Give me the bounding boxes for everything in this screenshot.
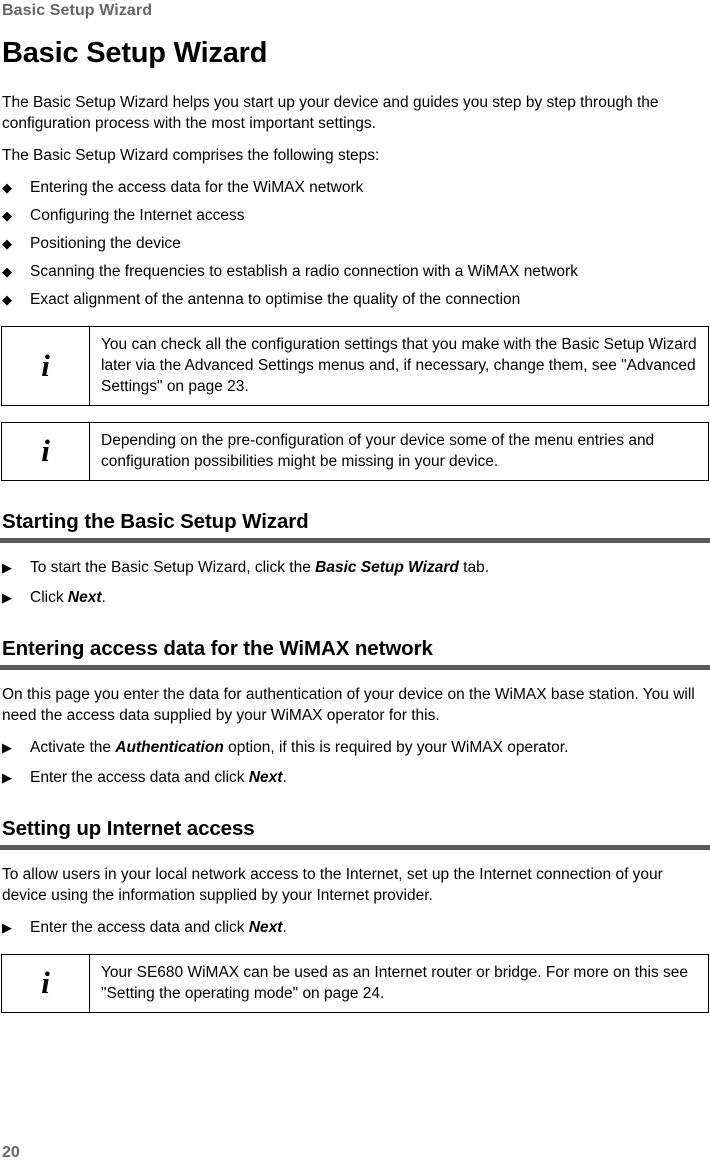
note-icon-cell: i [2, 423, 90, 480]
note-text: Depending on the pre-configuration of yo… [101, 432, 655, 470]
note-icon-cell: i [2, 955, 90, 1012]
diamond-bullet-icon: ◆ [2, 292, 12, 307]
step-text-prefix: Click [30, 589, 68, 606]
triangle-bullet-icon: ▶ [2, 560, 12, 575]
list-item: ▶ To start the Basic Setup Wizard, click… [0, 557, 710, 578]
list-item: ▶ Enter the access data and click Next. [0, 917, 710, 938]
step-text-suffix: option, if this is required by your WiMA… [223, 739, 569, 756]
section-heading-setting-up-internet: Setting up Internet access [2, 817, 255, 840]
diamond-bullet-icon: ◆ [2, 236, 12, 251]
step-text-prefix: To start the Basic Setup Wizard, click t… [30, 559, 316, 576]
list-item: ◆ Scanning the frequencies to establish … [0, 261, 710, 282]
running-header: Basic Setup Wizard [2, 2, 153, 19]
step-text-emphasis: Basic Setup Wizard [315, 559, 459, 576]
note-icon-cell: i [2, 327, 90, 405]
note-text-cell: You can check all the configuration sett… [90, 327, 708, 405]
info-icon: i [41, 347, 50, 383]
note-text-cell: Your SE680 WiMAX can be used as an Inter… [90, 955, 708, 1012]
list-item: ◆ Positioning the device [0, 233, 710, 254]
step-text-suffix: . [282, 919, 287, 936]
note-text: Your SE680 WiMAX can be used as an Inter… [101, 964, 689, 1002]
step-text-emphasis: Authentication [115, 739, 224, 756]
step-text-emphasis: Next [248, 919, 283, 936]
list-item: ◆ Exact alignment of the antenna to opti… [0, 289, 710, 310]
internet-access-steps: ▶ Enter the access data and click Next. [0, 917, 710, 938]
list-item: ▶ Click Next. [0, 587, 710, 608]
page-content: Basic Setup Wizard The Basic Setup Wizar… [0, 36, 710, 1013]
triangle-bullet-icon: ▶ [2, 590, 12, 605]
page-number: 20 [2, 1144, 20, 1161]
list-item-label: Configuring the Internet access [30, 207, 245, 224]
step-text-emphasis: Next [67, 589, 102, 606]
triangle-bullet-icon: ▶ [2, 920, 12, 935]
triangle-bullet-icon: ▶ [2, 770, 12, 785]
wizard-steps-list: ◆ Entering the access data for the WiMAX… [0, 177, 710, 310]
entering-access-steps: ▶ Activate the Authentication option, if… [0, 737, 710, 788]
info-note-box: i Your SE680 WiMAX can be used as an Int… [1, 954, 709, 1013]
list-item-label: Positioning the device [30, 235, 181, 252]
step-text-suffix: . [101, 589, 106, 606]
diamond-bullet-icon: ◆ [2, 264, 12, 279]
list-item-label: Scanning the frequencies to establish a … [30, 263, 578, 280]
entering-access-paragraph: On this page you enter the data for auth… [2, 686, 695, 724]
info-note-box: i You can check all the configuration se… [1, 326, 709, 406]
internet-access-paragraph: To allow users in your local network acc… [2, 866, 663, 904]
info-icon: i [41, 433, 50, 468]
section-rule [0, 845, 710, 850]
step-text-suffix: tab. [458, 559, 490, 576]
list-item-label: Entering the access data for the WiMAX n… [30, 179, 364, 196]
list-item: ▶ Enter the access data and click Next. [0, 767, 710, 788]
intro-paragraph: The Basic Setup Wizard helps you start u… [2, 94, 659, 132]
triangle-bullet-icon: ▶ [2, 740, 12, 755]
section-rule [0, 665, 710, 670]
steps-lead-in: The Basic Setup Wizard comprises the fol… [2, 147, 380, 164]
step-text-emphasis: Next [248, 769, 283, 786]
diamond-bullet-icon: ◆ [2, 180, 12, 195]
step-text-prefix: Enter the access data and click [30, 769, 249, 786]
document-page: Basic Setup Wizard Basic Setup Wizard Th… [0, 0, 710, 1173]
list-item-label: Exact alignment of the antenna to optimi… [30, 291, 521, 308]
note-text-cell: Depending on the pre-configuration of yo… [90, 423, 708, 480]
section-heading-starting-wizard: Starting the Basic Setup Wizard [2, 510, 309, 533]
list-item: ◆ Configuring the Internet access [0, 205, 710, 226]
step-text-suffix: . [282, 769, 287, 786]
page-title: Basic Setup Wizard [2, 37, 268, 69]
section-heading-entering-access-data: Entering access data for the WiMAX netwo… [2, 637, 433, 660]
note-text: You can check all the configuration sett… [101, 336, 697, 395]
diamond-bullet-icon: ◆ [2, 208, 12, 223]
step-text-prefix: Activate the [30, 739, 116, 756]
list-item: ▶ Activate the Authentication option, if… [0, 737, 710, 758]
info-note-box: i Depending on the pre-configuration of … [1, 422, 709, 481]
starting-wizard-steps: ▶ To start the Basic Setup Wizard, click… [0, 557, 710, 608]
info-icon: i [41, 965, 50, 1000]
step-text-prefix: Enter the access data and click [30, 919, 249, 936]
list-item: ◆ Entering the access data for the WiMAX… [0, 177, 710, 198]
section-rule [0, 538, 710, 543]
